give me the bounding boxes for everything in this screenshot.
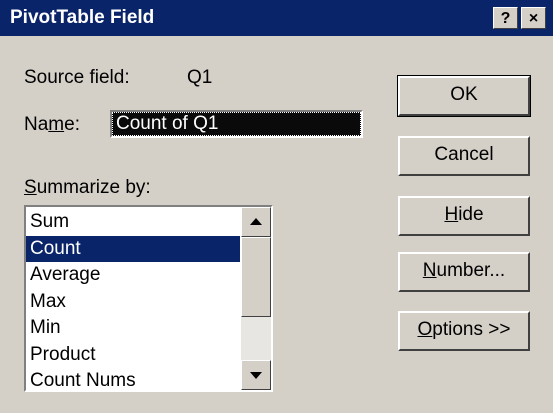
number-button[interactable]: Number... bbox=[398, 252, 530, 292]
options-button[interactable]: Options >> bbox=[398, 311, 530, 351]
list-item-selected[interactable]: Count bbox=[26, 235, 240, 262]
name-label: Name: bbox=[24, 114, 80, 135]
list-scrollbar[interactable] bbox=[241, 207, 271, 390]
help-button[interactable]: ? bbox=[493, 7, 518, 29]
close-button[interactable]: × bbox=[521, 7, 546, 29]
list-item[interactable]: Sum bbox=[26, 209, 240, 236]
window-title: PivotTable Field bbox=[10, 7, 155, 28]
list-item[interactable]: Product bbox=[26, 342, 240, 369]
title-bar[interactable]: PivotTable Field ? × bbox=[0, 0, 553, 36]
source-field-label: Source field: bbox=[24, 67, 130, 88]
cancel-button[interactable]: Cancel bbox=[398, 136, 530, 176]
list-item[interactable]: Min bbox=[26, 315, 240, 342]
name-input[interactable]: Count of Q1 bbox=[110, 110, 363, 138]
summarize-by-label: Summarize by: bbox=[24, 177, 151, 198]
arrow-up-icon bbox=[250, 218, 262, 225]
list-item[interactable]: Average bbox=[26, 262, 240, 289]
source-field-value: Q1 bbox=[187, 67, 213, 88]
scroll-up-button[interactable] bbox=[241, 207, 271, 237]
list-item[interactable]: Max bbox=[26, 289, 240, 316]
summarize-by-listbox[interactable]: Sum Count Average Max Min Product Count … bbox=[24, 205, 273, 392]
arrow-down-icon bbox=[250, 372, 262, 379]
hide-button[interactable]: Hide bbox=[398, 196, 530, 236]
ok-button[interactable]: OK bbox=[397, 75, 531, 117]
scroll-thumb[interactable] bbox=[241, 237, 271, 317]
list-item[interactable]: Count Nums bbox=[26, 368, 240, 390]
scroll-down-button[interactable] bbox=[241, 360, 271, 390]
